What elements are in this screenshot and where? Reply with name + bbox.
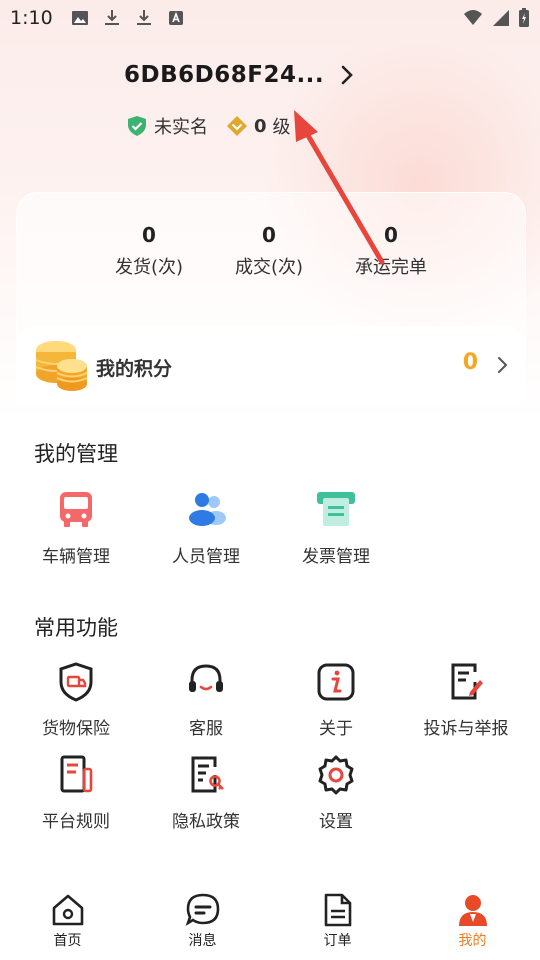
diamond-icon: [227, 116, 247, 136]
shield-check-icon: [128, 116, 146, 136]
image-icon: [71, 11, 88, 25]
grid-item-label: 隐私政策: [172, 812, 240, 832]
report-icon: [451, 663, 483, 700]
battery-icon: [519, 8, 529, 27]
profile-header[interactable]: 6DB6D68F24...: [124, 62, 354, 88]
download-icon: [136, 10, 151, 25]
grid-item-label: 车辆管理: [42, 547, 110, 567]
points-label: 我的积分: [96, 358, 173, 380]
grid-item-label: 货物保险: [42, 719, 110, 739]
badge-row: 未实名 0 级: [126, 113, 291, 139]
grid-item-label: 发票管理: [302, 547, 370, 567]
chevron-right-icon: [498, 357, 508, 373]
font-icon: [168, 11, 183, 25]
stat-shipments[interactable]: 0 发货(次): [89, 223, 209, 279]
nav-label: 订单: [323, 933, 352, 949]
download-icon: [104, 10, 119, 25]
grid-item-invoice-management[interactable]: 发票管理: [276, 488, 396, 567]
level-badge[interactable]: 0 级: [226, 113, 291, 139]
points-value: 0: [462, 350, 478, 375]
info-icon: [317, 663, 355, 701]
nav-label: 首页: [53, 933, 82, 949]
grid-item-label: 投诉与举报: [423, 719, 509, 739]
management-title: 我的管理: [34, 442, 118, 466]
grid-item-label: 客服: [189, 719, 223, 739]
stat-completed[interactable]: 0 承运完单: [331, 223, 451, 279]
truck-icon: [60, 492, 92, 527]
status-bar: 1:10: [0, 0, 540, 36]
grid-item-vehicle-management[interactable]: 车辆管理: [16, 488, 136, 567]
people-icon: [189, 493, 226, 526]
stat-value: 0: [142, 223, 156, 247]
grid-item-settings[interactable]: 设置: [276, 753, 396, 832]
functions-title: 常用功能: [34, 616, 118, 640]
points-card[interactable]: 我的积分 0: [16, 326, 526, 406]
rules-icon: [60, 755, 93, 793]
home-icon: [52, 894, 83, 926]
stat-label: 发货(次): [114, 257, 184, 278]
chevron-right-icon: [341, 65, 354, 85]
coins-icon: [35, 341, 88, 391]
status-time: 1:10: [10, 7, 53, 29]
level-unit: 级: [272, 117, 291, 138]
grid-item-platform-rules[interactable]: 平台规则: [16, 753, 136, 832]
nav-label: 消息: [188, 933, 217, 949]
wifi-icon: [464, 10, 482, 25]
verify-status-label: 未实名: [154, 117, 208, 138]
user-icon: [458, 895, 487, 926]
grid-item-label: 关于: [319, 719, 353, 739]
stat-deals[interactable]: 0 成交(次): [209, 223, 329, 279]
nav-mine[interactable]: 我的: [405, 880, 540, 960]
grid-item-cargo-insurance[interactable]: 货物保险: [16, 660, 136, 739]
stat-label: 承运完单: [355, 257, 427, 278]
verify-badge[interactable]: 未实名: [126, 113, 208, 139]
headset-icon: [189, 664, 223, 692]
grid-item-label: 平台规则: [42, 812, 110, 832]
invoice-icon: [317, 492, 355, 526]
gear-icon: [318, 755, 354, 795]
grid-item-label: 人员管理: [172, 547, 240, 567]
stat-value: 0: [384, 223, 398, 247]
nav-label: 我的: [458, 933, 487, 949]
nav-messages[interactable]: 消息: [135, 880, 270, 960]
grid-item-customer-service[interactable]: 客服: [146, 660, 266, 739]
privacy-icon: [191, 756, 224, 793]
signal-icon: [493, 10, 509, 26]
order-icon: [324, 893, 351, 927]
stat-label: 成交(次): [234, 257, 304, 278]
grid-item-about[interactable]: 关于: [276, 660, 396, 739]
grid-item-privacy-policy[interactable]: 隐私政策: [146, 753, 266, 832]
bottom-nav: 首页 消息 订单 我的: [0, 880, 540, 960]
grid-item-staff-management[interactable]: 人员管理: [146, 488, 266, 567]
stat-value: 0: [262, 223, 276, 247]
grid-item-label: 设置: [319, 812, 353, 832]
level-number: 0: [254, 115, 267, 137]
nav-orders[interactable]: 订单: [270, 880, 405, 960]
username: 6DB6D68F24...: [124, 62, 325, 88]
message-icon: [185, 893, 219, 926]
shield-truck-icon: [59, 662, 93, 702]
grid-item-complaint-report[interactable]: 投诉与举报: [406, 660, 526, 739]
nav-home[interactable]: 首页: [0, 880, 135, 960]
